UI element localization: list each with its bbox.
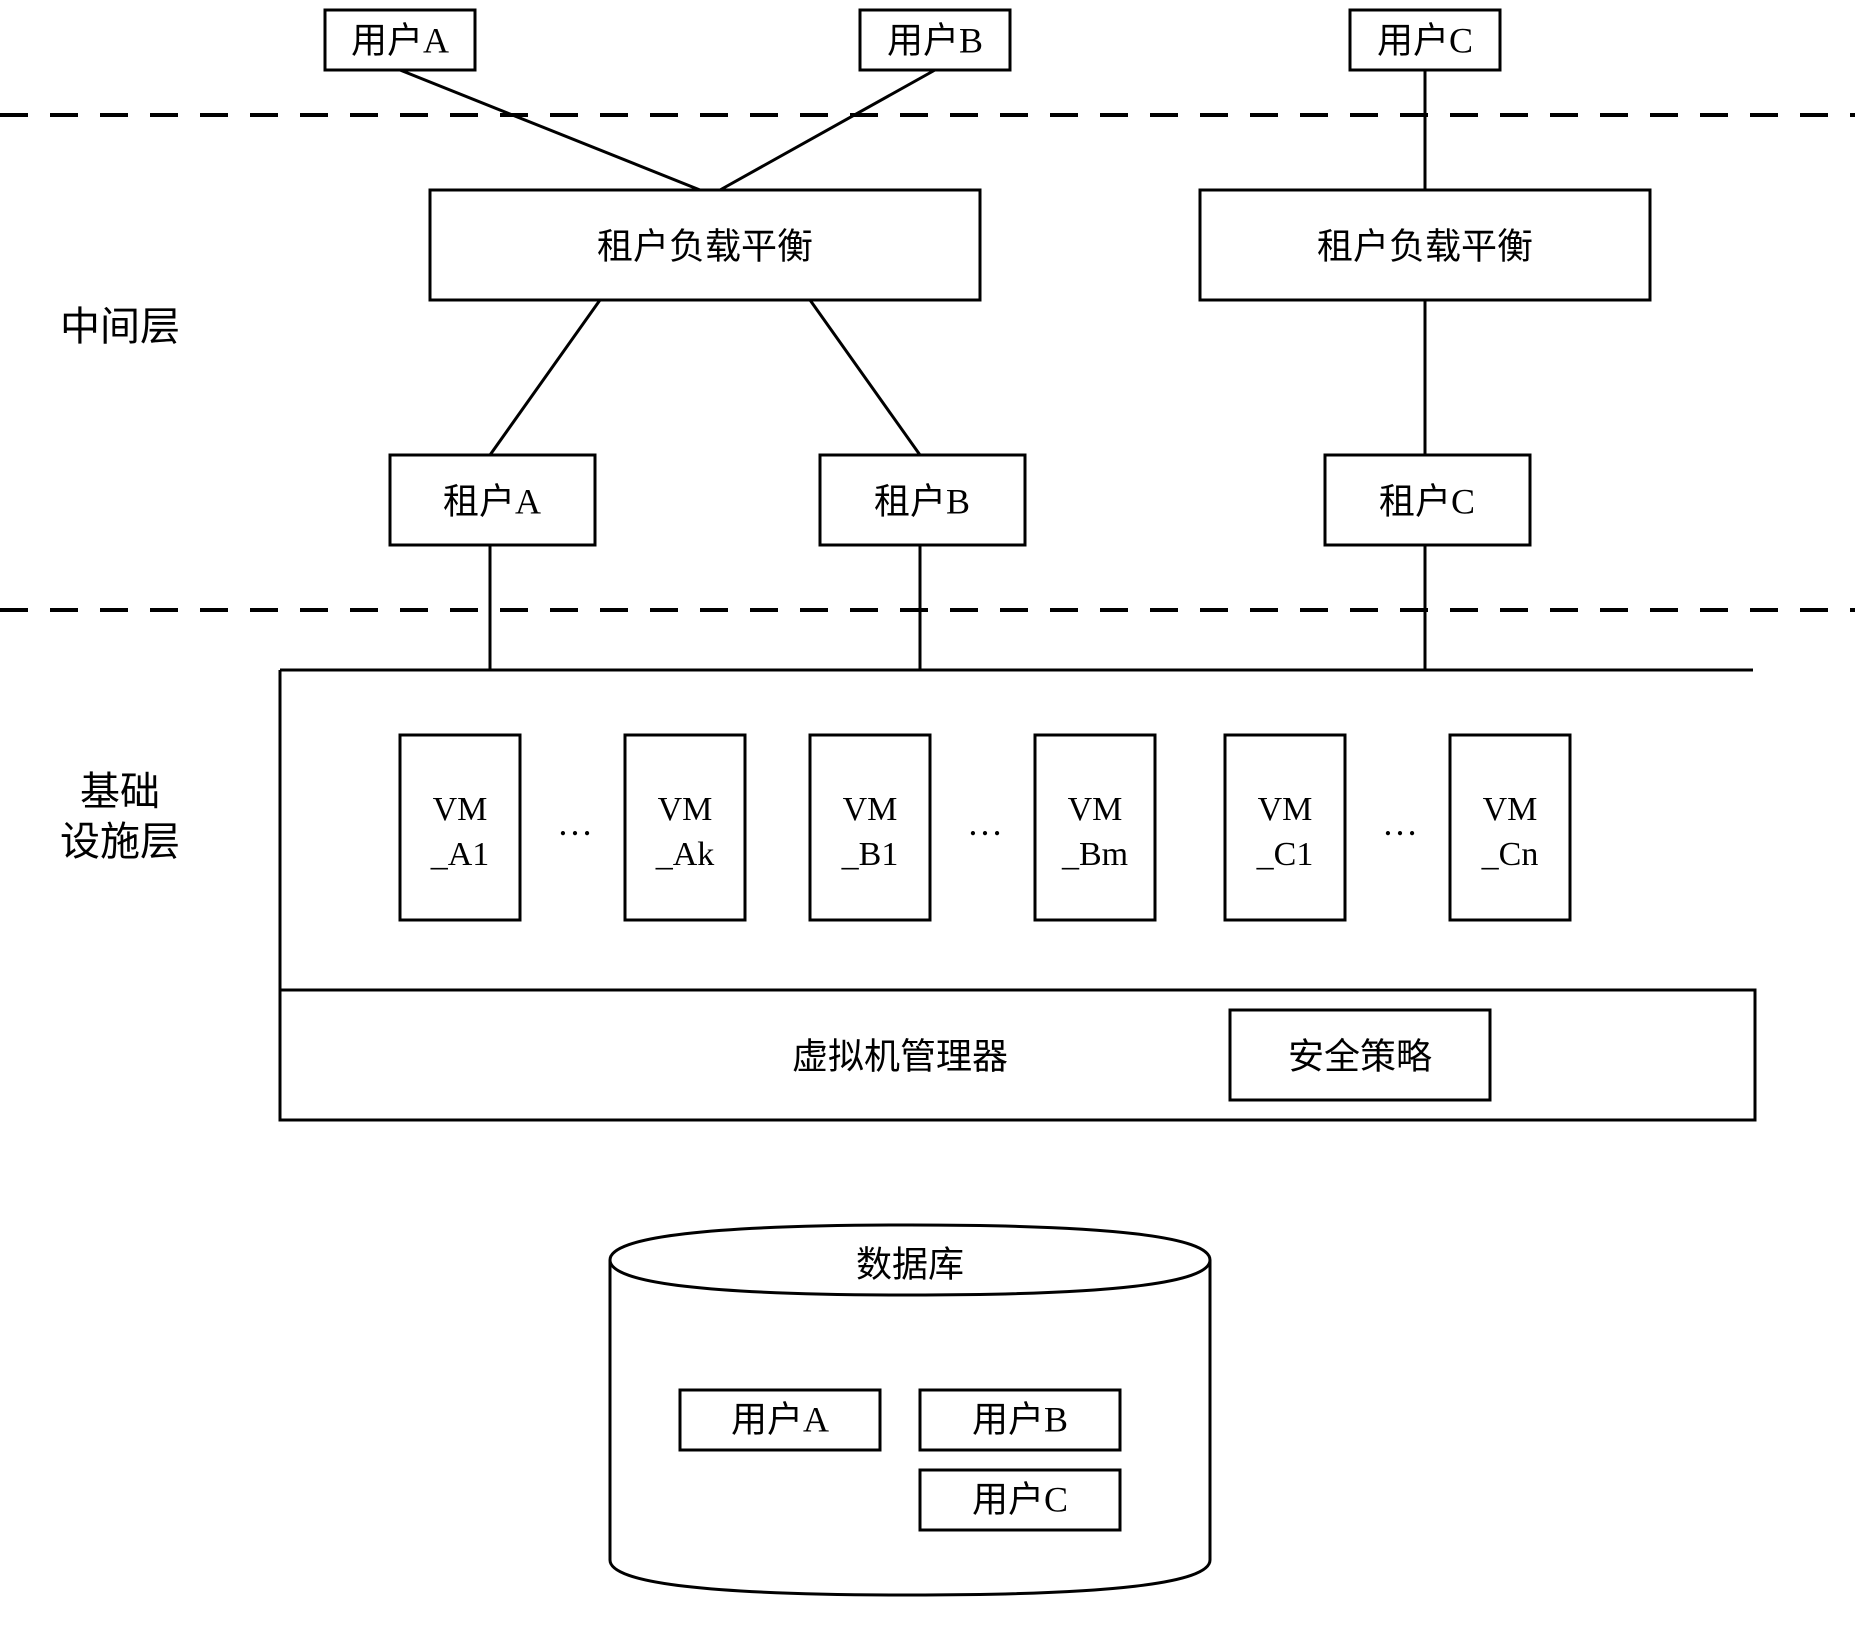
hypervisor-box [280, 990, 1755, 1120]
vm-bm-l1: VM [1068, 791, 1123, 828]
db-user-c-label: 用户C [972, 1479, 1068, 1519]
vm-c1-l1: VM [1258, 791, 1313, 828]
db-label: 数据库 [856, 1244, 964, 1284]
vm-c1-l2: _C1 [1256, 836, 1314, 873]
tenant-c-label: 租户C [1379, 481, 1475, 521]
security-policy-label: 安全策略 [1288, 1036, 1432, 1076]
tenant-lb-right-label: 租户负载平衡 [1317, 226, 1533, 266]
vm-b1-l1: VM [843, 791, 898, 828]
vm-bm-l2: _Bm [1061, 836, 1128, 873]
vm-cn-l2: _Cn [1481, 836, 1539, 873]
vm-a1-l1: VM [433, 791, 488, 828]
tenant-a-label: 租户A [443, 481, 541, 521]
tenant-b-label: 租户B [874, 481, 970, 521]
tenant-lb-left-label: 租户负载平衡 [597, 226, 813, 266]
vm-a1-l2: _A1 [430, 836, 490, 873]
infra-layer-label-1: 基础 [80, 769, 160, 814]
user-b-label: 用户B [887, 20, 983, 60]
architecture-diagram: 用户A 用户B 用户C 中间层 租户负载平衡 租户负载平衡 租户A 租户B 租户… [0, 0, 1855, 1630]
user-c-label: 用户C [1377, 20, 1473, 60]
vm-cn-l1: VM [1483, 791, 1538, 828]
vm-a-dots: … [557, 803, 593, 843]
infra-layer-label-2: 设施层 [60, 819, 180, 864]
vm-ak-l1: VM [658, 791, 713, 828]
db-user-b-label: 用户B [972, 1399, 1068, 1439]
vm-b-dots: … [967, 803, 1003, 843]
vm-b1-l2: _B1 [841, 836, 899, 873]
vm-c-dots: … [1382, 803, 1418, 843]
user-a-label: 用户A [351, 20, 449, 60]
hypervisor-label: 虚拟机管理器 [792, 1036, 1008, 1076]
db-user-a-label: 用户A [731, 1399, 829, 1439]
vm-ak-l2: _Ak [655, 836, 715, 873]
middle-layer-label: 中间层 [60, 304, 180, 349]
